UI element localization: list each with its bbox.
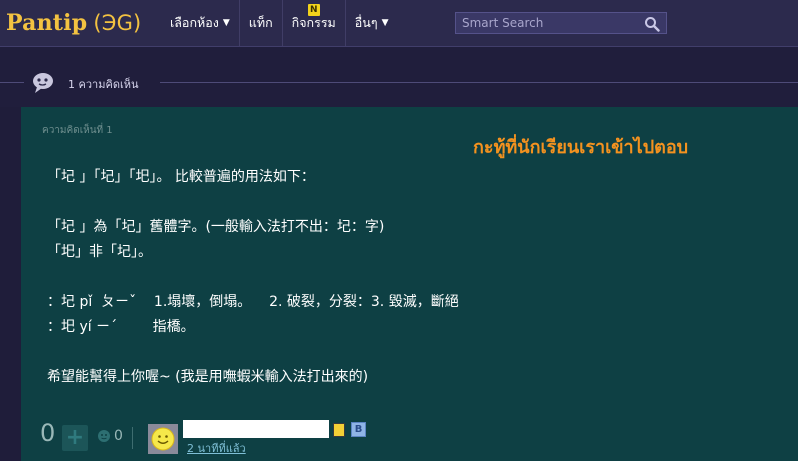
comment-line: 「圮 」為「圮」舊體字。(一般輸入法打不出：圮：字) [47,219,385,235]
blog-icon[interactable]: B [351,422,366,437]
comment-line [47,265,767,290]
logo-text: Pantip [6,10,88,36]
new-badge: N [307,4,320,16]
username-redacted [183,420,329,438]
nav-label: เลือกห้อง [170,15,219,30]
comment-line [47,340,767,365]
comment-footer: 0 + 0 B 2 นาทีที่แล้ว [21,415,798,461]
logo-mark: (ЭG) [93,11,142,35]
comment-line: 「圯」非「圮」。 [47,244,152,260]
nav-more[interactable]: อื่นๆ ▼ [344,0,398,46]
emotion-face-icon [98,430,110,442]
divider [132,427,133,449]
caret-down-icon: ▼ [381,18,389,28]
overlay-annotation: กะทู้ที่นักเรียนเราเข้าไปตอบ [473,137,689,158]
nav-tags[interactable]: แท็ก [238,0,282,46]
comment-body: 「圮 」「圮」「圯」。 比較普遍的用法如下： 「圮 」為「圮」舊體字。(一般輸入… [47,165,767,390]
top-navbar: Pantip (ЭG) เลือกห้อง ▼ แท็ก N กิจกรรม อ… [0,0,798,47]
post-time[interactable]: 2 นาทีที่แล้ว [187,439,246,457]
comment-line: ：圯 yí ㄧˊ 指橋。 [47,319,195,335]
comment-line: 希望能幫得上你喔~ (我是用嘸蝦米輸入法打出來的) [47,369,369,385]
nav-label: แท็ก [248,15,273,30]
main-nav: เลือกห้อง ▼ แท็ก N กิจกรรม อื่นๆ ▼ [160,0,398,46]
comment-line [47,190,767,215]
caret-down-icon: ▼ [222,18,230,28]
smiley-avatar-icon [151,427,175,451]
comment-count: 1 ความคิดเห็น [68,78,139,91]
search-input[interactable] [456,16,648,30]
comment-number-label: ความคิดเห็นที่ 1 [42,125,113,136]
plus-vote-button[interactable]: + [62,425,88,451]
pantip-logo[interactable]: Pantip (ЭG) [6,6,141,40]
search-icon[interactable] [644,16,660,36]
divider [0,82,24,83]
comment-panel: ความคิดเห็นที่ 1 กะทู้ที่นักเรียนเราเข้า… [21,107,798,461]
emotion-button[interactable]: 0 [97,428,123,444]
divider [160,82,798,83]
vote-score: 0 [40,419,56,447]
nav-label: กิจกรรม [291,15,336,30]
member-badge-icon [333,423,345,437]
speech-bubble-icon [30,71,56,99]
smart-search [455,12,667,34]
nav-label: อื่นๆ [354,15,378,30]
comment-line: 「圮 」「圮」「圯」。 比較普遍的用法如下： [47,169,315,185]
nav-activities[interactable]: N กิจกรรม [281,0,345,46]
emotion-count: 0 [114,428,123,444]
nav-select-room[interactable]: เลือกห้อง ▼ [160,0,239,46]
comment-count-separator: 1 ความคิดเห็น [0,47,798,107]
avatar[interactable] [148,424,178,454]
comment-line: ：圮 pǐ ㄆㄧˇ 1.塌壞，倒塌。 2. 破裂，分裂：3. 毀滅，斷絕 [47,294,459,310]
